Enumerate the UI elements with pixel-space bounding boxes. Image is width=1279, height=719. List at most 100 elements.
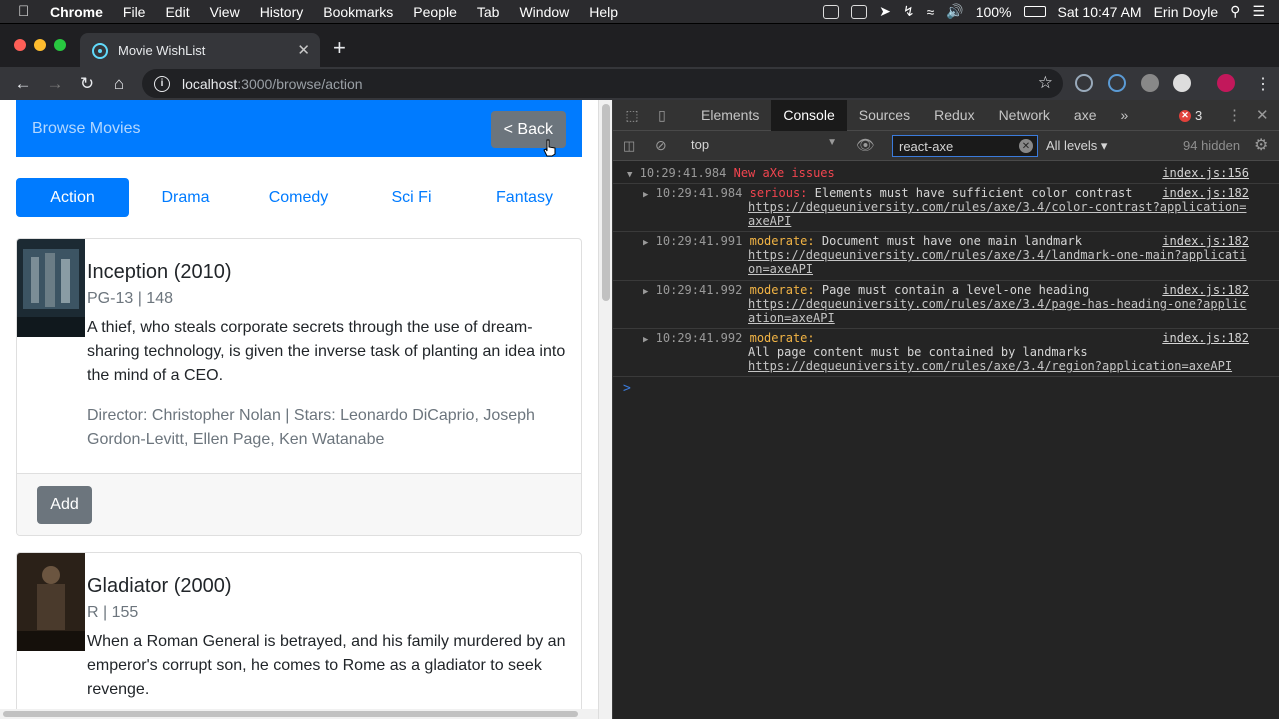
rule-url[interactable]: https://dequeuniversity.com/rules/axe/3.… [748, 248, 1247, 262]
close-devtools-icon[interactable]: ✕ [1256, 106, 1269, 124]
device-toolbar-icon[interactable]: ▯ [647, 107, 677, 124]
airplay-icon[interactable]: ➤ [879, 3, 891, 20]
collapse-triangle-icon[interactable]: ▼ [627, 170, 632, 180]
tab-sci-fi[interactable]: Sci Fi [355, 178, 468, 217]
spotlight-icon[interactable]: ⚲ [1230, 3, 1240, 20]
forward-arrow-icon[interactable]: → [39, 74, 71, 94]
dark-reader-extension-icon[interactable] [1173, 74, 1191, 92]
close-window-button[interactable] [14, 39, 26, 51]
menu-view[interactable]: View [210, 4, 240, 20]
expand-triangle-icon[interactable]: ▶ [643, 335, 648, 345]
address-bar[interactable]: i localhost:3000/browse/action ☆ [142, 69, 1063, 98]
rule-url-cont[interactable]: ation=axeAPI [748, 311, 835, 325]
bluetooth-icon[interactable]: ↯ [903, 3, 915, 20]
tab-drama[interactable]: Drama [129, 178, 242, 217]
app-tray-icon[interactable] [851, 4, 868, 19]
menu-edit[interactable]: Edit [165, 4, 189, 20]
tab-elements[interactable]: Elements [689, 100, 771, 131]
menu-tab[interactable]: Tab [477, 4, 500, 20]
rule-url[interactable]: https://dequeuniversity.com/rules/axe/3.… [748, 297, 1247, 311]
close-tab-icon[interactable]: ✕ [297, 41, 310, 59]
wifi-icon[interactable]: ≈ [927, 4, 935, 20]
zoom-window-button[interactable] [54, 39, 66, 51]
menu-app[interactable]: Chrome [50, 4, 103, 20]
log-link[interactable]: https://dequeuniversity.com/rules/axe/3.… [643, 297, 1279, 325]
error-counter[interactable]: ✕ 3 [1179, 108, 1202, 123]
rule-url-cont[interactable]: axeAPI [748, 214, 791, 228]
console-entry[interactable]: ▶ 10:29:41.984 serious: Elements must ha… [613, 184, 1279, 232]
tab-axe[interactable]: axe [1062, 100, 1109, 131]
sidebar-toggle-icon[interactable]: ◫ [623, 138, 635, 154]
expand-triangle-icon[interactable]: ▶ [643, 238, 648, 248]
volume-icon[interactable]: 🔊 [946, 3, 963, 20]
log-source-link[interactable]: index.js:156 [1162, 166, 1249, 180]
log-source-link[interactable]: index.js:182 [1162, 331, 1249, 345]
inspect-element-icon[interactable]: ⬚ [617, 107, 647, 124]
live-expression-eye-icon[interactable]: 👁 [856, 136, 875, 154]
expand-triangle-icon[interactable]: ▶ [643, 287, 648, 297]
rule-url[interactable]: https://dequeuniversity.com/rules/axe/3.… [748, 359, 1232, 373]
tab-comedy[interactable]: Comedy [242, 178, 355, 217]
new-tab-button[interactable]: + [333, 35, 346, 61]
axe-extension-icon[interactable] [1108, 74, 1126, 92]
screen-record-icon[interactable] [823, 4, 840, 19]
devtools-menu-icon[interactable]: ⋮ [1227, 106, 1242, 124]
scrollbar-thumb[interactable] [3, 711, 578, 717]
minimize-window-button[interactable] [34, 39, 46, 51]
console-settings-gear-icon[interactable]: ⚙ [1254, 135, 1268, 155]
console-entry[interactable]: ▶ 10:29:41.992 moderate: index.js:182 Al… [613, 329, 1279, 377]
add-button[interactable]: Add [37, 486, 92, 524]
chrome-menu-icon[interactable]: ⋮ [1255, 74, 1271, 94]
pen-extension-icon[interactable] [1075, 74, 1093, 92]
log-levels-dropdown[interactable]: All levels ▾ [1046, 138, 1107, 154]
reload-icon[interactable]: ↻ [71, 74, 103, 94]
home-icon[interactable]: ⌂ [103, 74, 135, 94]
log-source-link[interactable]: index.js:182 [1162, 186, 1249, 200]
tab-console[interactable]: Console [771, 99, 847, 131]
console-prompt[interactable]: > [613, 377, 1279, 396]
battery-percent[interactable]: 100% [976, 4, 1012, 20]
console-group-header[interactable]: ▼ 10:29:41.984 New aXe issues index.js:1… [613, 162, 1279, 184]
clear-filter-icon[interactable]: ✕ [1019, 139, 1033, 153]
context-selector[interactable]: top ▼ [691, 137, 837, 152]
expand-triangle-icon[interactable]: ▶ [643, 190, 648, 200]
log-link[interactable]: https://dequeuniversity.com/rules/axe/3.… [643, 200, 1279, 228]
tab-network[interactable]: Network [987, 100, 1062, 131]
clock[interactable]: Sat 10:47 AM [1058, 4, 1142, 20]
menu-people[interactable]: People [413, 4, 457, 20]
clear-console-icon[interactable]: ⊘ [655, 137, 667, 154]
menu-history[interactable]: History [260, 4, 304, 20]
console-entry[interactable]: ▶ 10:29:41.991 moderate: Document must h… [613, 232, 1279, 281]
rule-url[interactable]: https://dequeuniversity.com/rules/axe/3.… [748, 200, 1247, 214]
movie-card-body: Inception (2010) PG-13 | 148 A thief, wh… [87, 259, 569, 452]
vertical-scrollbar[interactable] [598, 100, 612, 719]
console-filter-input[interactable]: react-axe ✕ [892, 135, 1038, 157]
battery-icon[interactable] [1023, 6, 1046, 17]
notification-center-icon[interactable]: ☰ [1252, 3, 1265, 20]
log-source-link[interactable]: index.js:182 [1162, 234, 1249, 248]
horizontal-scrollbar[interactable] [0, 709, 598, 719]
tab-redux[interactable]: Redux [922, 100, 986, 131]
menu-bookmarks[interactable]: Bookmarks [323, 4, 393, 20]
site-info-icon[interactable]: i [154, 75, 170, 92]
tab-fantasy[interactable]: Fantasy [468, 178, 581, 217]
menu-help[interactable]: Help [589, 4, 618, 20]
brand-link[interactable]: Browse Movies [32, 120, 140, 138]
log-source-link[interactable]: index.js:182 [1162, 283, 1249, 297]
apple-icon[interactable]:  [18, 3, 36, 20]
back-arrow-icon[interactable]: ← [7, 74, 39, 94]
menu-file[interactable]: File [123, 4, 146, 20]
scrollbar-thumb[interactable] [602, 104, 610, 301]
tab-action[interactable]: Action [16, 178, 129, 217]
log-link[interactable]: https://dequeuniversity.com/rules/axe/3.… [643, 248, 1279, 276]
menu-window[interactable]: Window [519, 4, 569, 20]
rule-url-cont[interactable]: on=axeAPI [748, 262, 813, 276]
tab-sources[interactable]: Sources [847, 100, 922, 131]
user-name[interactable]: Erin Doyle [1154, 4, 1219, 20]
bookmark-star-icon[interactable]: ☆ [1038, 73, 1053, 93]
owl-extension-icon[interactable] [1141, 74, 1159, 92]
profile-avatar[interactable] [1217, 74, 1235, 92]
more-tabs-button[interactable]: » [1109, 100, 1141, 131]
console-entry[interactable]: ▶ 10:29:41.992 moderate: Page must conta… [613, 281, 1279, 329]
browser-tab[interactable]: Movie WishList ✕ [80, 33, 320, 68]
